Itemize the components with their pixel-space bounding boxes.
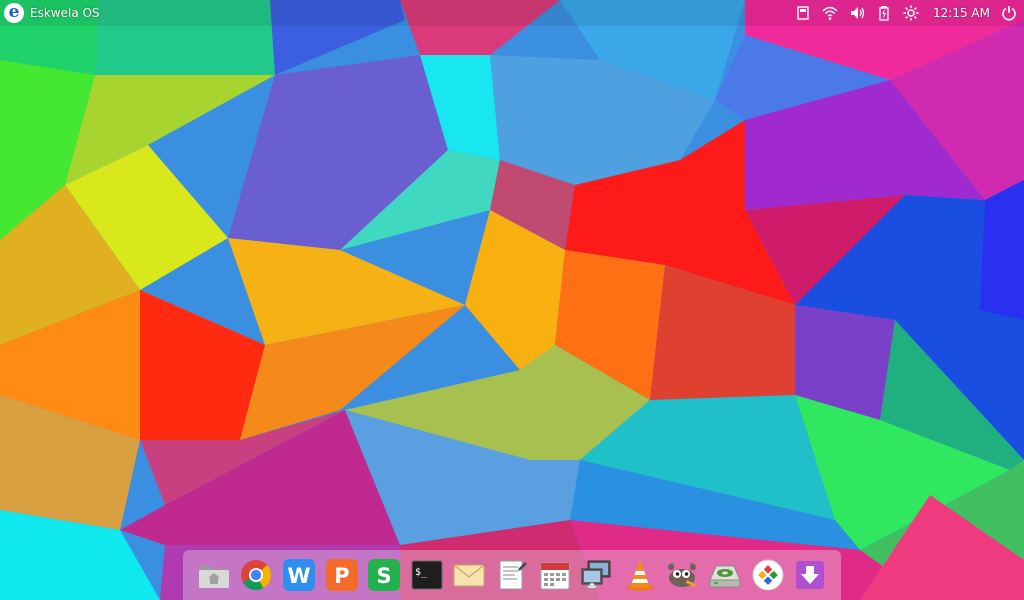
chrome-icon [241,560,272,591]
dock: W P S $_ [183,550,841,600]
os-logo-letter: e [8,2,20,22]
terminal-icon: $_ [411,560,443,590]
clock[interactable]: 12:15 AM [933,6,990,20]
storage-icon[interactable] [794,4,812,22]
wps-spreadsheets-icon: S [368,559,401,591]
dock-item-vlc[interactable] [622,557,658,593]
system-tray: 12:15 AM [794,0,1024,26]
dock-item-gimp[interactable] [664,557,700,593]
dock-item-remote-desktop[interactable] [579,557,615,593]
dock-item-disk-utility[interactable] [707,557,743,593]
dock-item-calendar[interactable] [537,557,573,593]
dock-item-terminal[interactable]: $_ [409,557,445,593]
os-name-label: Eskwela OS [30,6,100,20]
vlc-icon [626,560,653,591]
disk-utility-icon [709,565,741,588]
text-editor-icon [499,560,527,590]
top-panel: e Eskwela OS 12:15 AM [0,0,1024,26]
remote-desktop-icon [581,560,611,589]
wps-writer-icon: W [283,559,316,591]
folder-home-icon [198,566,229,588]
dock-item-mail[interactable] [451,557,487,593]
svg-text:P: P [334,564,349,588]
volume-icon[interactable] [848,4,866,22]
calendar-icon [540,562,570,590]
desktop-wallpaper [0,0,1024,600]
svg-text:S: S [377,564,392,588]
software-center-icon [752,559,784,591]
mail-icon [453,564,485,587]
wifi-icon[interactable] [821,4,839,22]
dock-item-home-folder[interactable] [196,557,232,593]
svg-text:W: W [287,564,310,588]
battery-icon[interactable] [875,4,893,22]
dock-item-chrome[interactable] [238,557,274,593]
dock-item-wps-writer[interactable]: W [281,557,317,593]
power-icon[interactable] [1000,4,1018,22]
svg-text:$_: $_ [415,567,428,578]
download-icon [796,561,825,589]
dock-item-software-center[interactable] [750,557,786,593]
os-logo-icon[interactable]: e [4,3,24,23]
dock-item-wps-spreadsheets[interactable]: S [366,557,402,593]
gimp-icon [668,563,697,587]
wps-presentation-icon: P [325,559,358,591]
brightness-icon[interactable] [902,4,920,22]
dock-item-downloads[interactable] [792,557,828,593]
dock-item-text-editor[interactable] [494,557,530,593]
dock-item-wps-presentation[interactable]: P [324,557,360,593]
